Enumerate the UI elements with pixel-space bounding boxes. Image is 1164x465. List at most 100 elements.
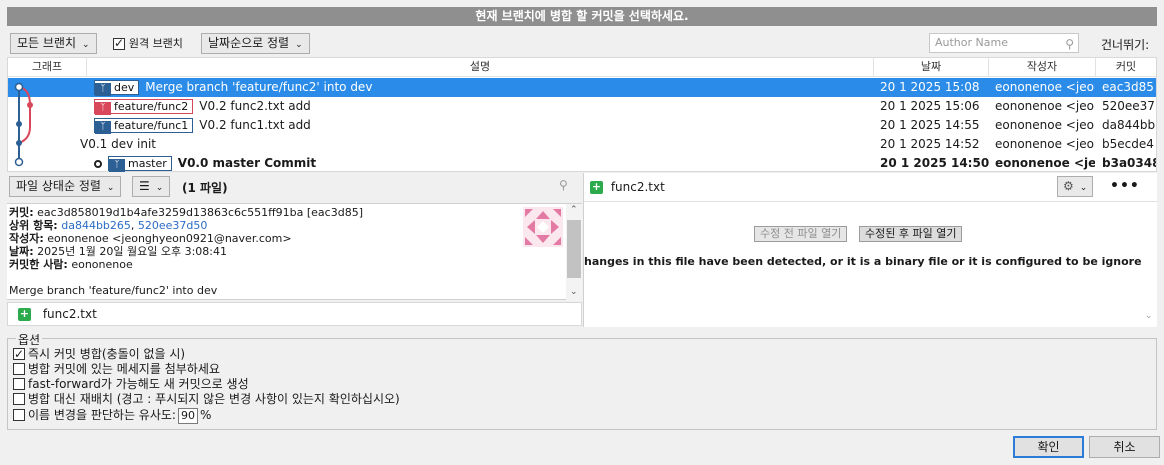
cancel-button[interactable]: 취소: [1089, 436, 1160, 458]
commit-graph: [14, 82, 33, 167]
date-label: 날짜:: [9, 245, 34, 258]
remote-branches-toggle[interactable]: 원격 브랜치: [113, 36, 183, 52]
chevron-down-icon: ⌄: [295, 40, 303, 50]
branch-tag: ᛉ feature/func1: [94, 118, 194, 134]
list-icon: ☰: [139, 179, 150, 193]
committer-label: 커밋한 사람:: [9, 258, 68, 271]
table-row[interactable]: ᛉ master V0.0 master Commit 20 1 2025 14:5…: [8, 154, 1156, 173]
open-after-button[interactable]: 수정된 후 파일 열기: [859, 226, 963, 242]
scroll-down-icon[interactable]: ⌄: [570, 286, 578, 299]
branch-icon: ᛉ: [95, 121, 111, 134]
author-search-input[interactable]: Author Name ⚲: [929, 33, 1079, 53]
graph-node: [14, 157, 24, 167]
branch-tag-label: feature/func1: [114, 119, 189, 132]
column-commit[interactable]: 커밋: [1096, 58, 1156, 77]
file-name: func2.txt: [42, 307, 97, 321]
option-immediate-commit[interactable]: 즉시 커밋 병합(충돌이 없을 시): [13, 346, 185, 362]
graph-line-branch: [18, 86, 31, 144]
file-list[interactable]: + func2.txt: [7, 302, 582, 326]
row-date: 20 1 2025 14:52: [880, 137, 980, 151]
option-rename-similarity[interactable]: 이름 변경을 판단하는 유사도: 90%: [13, 407, 211, 424]
sort-dropdown[interactable]: 날짜순으로 정렬 ⌄: [201, 33, 310, 54]
column-date[interactable]: 날짜: [874, 58, 989, 77]
added-icon: +: [18, 307, 31, 321]
open-before-button[interactable]: 수정 전 파일 열기: [754, 226, 848, 242]
option-checkbox[interactable]: [13, 346, 25, 362]
graph-node: [14, 82, 24, 92]
branch-tag-label: feature/func2: [114, 100, 189, 113]
table-row[interactable]: ᛉ feature/func2 V0.2 func2.txt add 20 1 20…: [8, 97, 1156, 116]
author-search-placeholder: Author Name: [935, 36, 1008, 49]
search-icon[interactable]: ⚲: [559, 178, 568, 192]
graph-node: [16, 121, 22, 127]
option-no-fast-forward[interactable]: fast-forward가 가능해도 새 커밋으로 생성: [13, 376, 249, 392]
branch-tag: ᛉ master: [108, 156, 172, 172]
added-icon: +: [590, 180, 603, 194]
row-description: V0.2 func2.txt add: [199, 99, 311, 113]
row-date: 20 1 2025 15:08: [880, 80, 980, 94]
option-checkbox[interactable]: [13, 377, 25, 390]
scroll-down-icon[interactable]: ⌄: [1145, 311, 1153, 321]
list-item[interactable]: + func2.txt: [18, 307, 97, 321]
jump-to-label: 건너뛰기:: [1101, 38, 1150, 52]
scrollbar-thumb[interactable]: [567, 220, 581, 278]
column-author[interactable]: 작성자: [989, 58, 1096, 77]
file-sort-dropdown[interactable]: 파일 상태순 정렬 ⌄: [9, 176, 122, 197]
similarity-input[interactable]: 90: [177, 407, 198, 424]
file-sort-label: 파일 상태순 정렬: [16, 179, 101, 193]
branch-tag: ᛉ feature/func2: [94, 99, 194, 115]
details-scrollbar[interactable]: ⌃ ⌄: [566, 204, 582, 301]
column-graph[interactable]: 그래프: [8, 58, 87, 77]
committer-value: eononenoe: [71, 258, 133, 271]
row-author: eononenoe <jeonghyeon0921@naver.com>: [995, 137, 1095, 151]
table-row[interactable]: V0.1 dev init 20 1 2025 14:52 eononenoe …: [8, 135, 1156, 154]
table-row[interactable]: ᛉ feature/func1 V0.2 func1.txt add 20 1 20…: [8, 116, 1156, 135]
scroll-up-icon[interactable]: ⌃: [570, 204, 578, 217]
commit-table[interactable]: 그래프 설명 날짜 작성자 커밋 ᛉ dev Merge branch 'featu…: [7, 57, 1157, 172]
option-rebase[interactable]: 병합 대신 재배치 (경고 : 푸시되지 않은 변경 사항이 있는지 확인하십시…: [13, 391, 400, 407]
view-mode-dropdown[interactable]: ☰ ⌄: [132, 176, 171, 197]
row-commit: eac3d85: [1102, 80, 1154, 94]
option-checkbox[interactable]: [13, 408, 25, 421]
row-date: 20 1 2025 14:55: [880, 118, 980, 132]
commit-detail-pane: 파일 상태순 정렬 ⌄ ☰ ⌄ (1 파일) ⚲ 커밋: eac3d858019d1…: [7, 173, 582, 327]
column-description[interactable]: 설명: [87, 58, 874, 77]
row-author: eononenoe <jeonghyeon0921@naver.com>: [995, 118, 1095, 132]
dialog-title: 현재 브랜치에 병합 할 커밋을 선택하세요.: [7, 7, 1157, 26]
file-count: (1 파일): [182, 181, 228, 195]
similarity-label: 이름 변경을 판단하는 유사도:: [28, 408, 176, 422]
avatar: [523, 207, 563, 247]
options-group: 옵션 즉시 커밋 병합(충돌이 없을 시) 병합 커밋에 있는 메세지를 첨부하…: [7, 331, 1157, 430]
option-include-messages[interactable]: 병합 커밋에 있는 메세지를 첨부하세요: [13, 361, 220, 377]
ok-button[interactable]: 확인: [1013, 436, 1084, 458]
more-options-icon[interactable]: •••: [1110, 178, 1140, 194]
diff-header: + func2.txt ⚙ ⌄ •••: [584, 173, 1157, 202]
option-checkbox[interactable]: [13, 392, 25, 405]
parent-link[interactable]: da844bb265: [61, 219, 131, 232]
diff-pane: + func2.txt ⚙ ⌄ ••• 수정 전 파일 열기 수정된 후 파일 열…: [583, 173, 1157, 327]
option-label: 병합 커밋에 있는 메세지를 첨부하세요: [28, 362, 220, 376]
option-label: 병합 대신 재배치 (경고 : 푸시되지 않은 변경 사항이 있는지 확인하십시…: [28, 392, 400, 406]
commit-hash: eac3d858019d1b4afe3259d13863c6c551ff91ba…: [37, 206, 363, 219]
row-author: eononenoe <jeonghyeon0921@naver.com>: [995, 156, 1095, 170]
option-label: fast-forward가 가능해도 새 커밋으로 생성: [28, 377, 249, 391]
commit-details: 커밋: eac3d858019d1b4afe3259d13863c6c551ff…: [7, 203, 582, 301]
sort-label: 날짜순으로 정렬: [208, 36, 290, 50]
row-author: eononenoe <jeonghyeon0921@naver.com>: [995, 80, 1095, 94]
option-checkbox[interactable]: [13, 362, 25, 375]
remote-branches-checkbox[interactable]: [113, 36, 125, 50]
head-marker-icon: [94, 159, 102, 168]
table-header: 그래프 설명 날짜 작성자 커밋: [8, 58, 1156, 77]
branch-filter-dropdown[interactable]: 모든 브랜치 ⌄: [10, 33, 97, 54]
row-description: V0.0 master Commit: [177, 156, 317, 170]
date-value: 2025년 1월 20일 월요일 오후 3:08:41: [37, 245, 227, 258]
row-description-cell: ᛉ feature/func2 V0.2 func2.txt add: [94, 97, 874, 116]
graph-node: [16, 140, 22, 146]
chevron-down-icon: ⌄: [82, 40, 90, 50]
row-description-cell: ᛉ feature/func1 V0.2 func1.txt add: [94, 116, 874, 135]
parent-link[interactable]: 520ee37d50: [138, 219, 208, 232]
row-author: eononenoe <jeonghyeon0921@naver.com>: [995, 99, 1095, 113]
chevron-down-icon: ⌄: [106, 183, 115, 193]
table-row[interactable]: ᛉ dev Merge branch 'feature/func2' into de…: [8, 78, 1156, 97]
diff-settings-dropdown[interactable]: ⚙ ⌄: [1057, 176, 1094, 197]
